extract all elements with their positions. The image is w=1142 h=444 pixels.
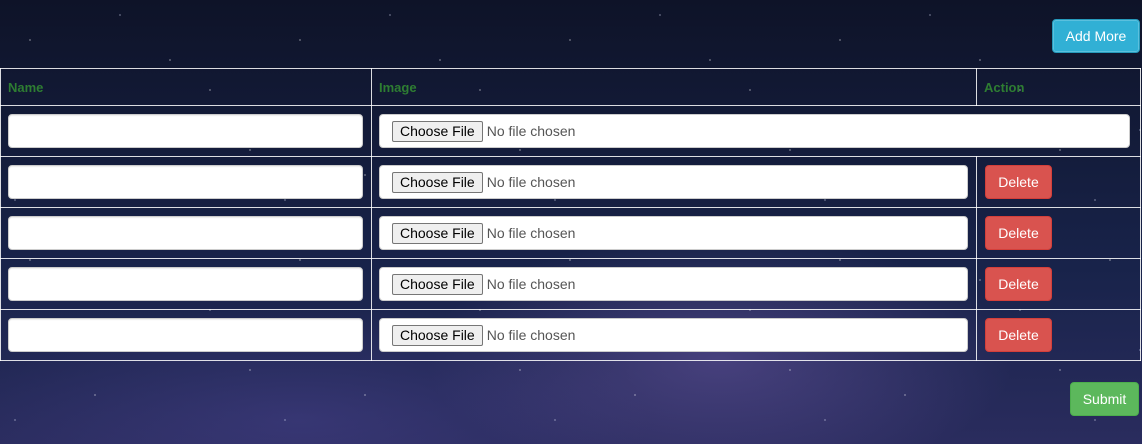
name-input[interactable] — [8, 267, 363, 301]
name-cell — [0, 309, 372, 361]
submit-button[interactable]: Submit — [1070, 382, 1139, 416]
choose-file-button[interactable]: Choose File — [392, 222, 483, 244]
image-file-input[interactable]: Choose File No file chosen — [379, 216, 968, 250]
delete-button[interactable]: Delete — [985, 267, 1052, 301]
action-cell: Delete — [976, 258, 1141, 310]
column-header-image: Image — [371, 68, 977, 106]
table-header-row: Name Image Action — [0, 68, 1141, 106]
name-cell — [0, 105, 372, 157]
file-status-text: No file chosen — [486, 123, 576, 139]
delete-button[interactable]: Delete — [985, 318, 1052, 352]
file-status-text: No file chosen — [486, 174, 576, 190]
image-file-input[interactable]: Choose File No file chosen — [379, 165, 968, 199]
name-cell — [0, 258, 372, 310]
name-cell — [0, 156, 372, 208]
name-input[interactable] — [8, 216, 363, 250]
table-row: Choose File No file chosen Delete — [0, 156, 1141, 208]
table-row: Choose File No file chosen — [0, 105, 1141, 157]
choose-file-button[interactable]: Choose File — [392, 120, 483, 142]
image-upload-table: Name Image Action Choose File No file ch… — [0, 68, 1141, 361]
column-header-action: Action — [976, 68, 1141, 106]
choose-file-button[interactable]: Choose File — [392, 324, 483, 346]
delete-button[interactable]: Delete — [985, 165, 1052, 199]
image-file-input[interactable]: Choose File No file chosen — [379, 267, 968, 301]
table-row: Choose File No file chosen Delete — [0, 258, 1141, 310]
add-more-button[interactable]: Add More — [1052, 19, 1140, 53]
image-cell: Choose File No file chosen — [371, 207, 977, 259]
action-cell: Delete — [976, 207, 1141, 259]
table-row: Choose File No file chosen Delete — [0, 207, 1141, 259]
image-cell: Choose File No file chosen — [371, 105, 1141, 157]
name-input[interactable] — [8, 165, 363, 199]
file-status-text: No file chosen — [486, 276, 576, 292]
image-cell: Choose File No file chosen — [371, 258, 977, 310]
image-cell: Choose File No file chosen — [371, 309, 977, 361]
delete-button[interactable]: Delete — [985, 216, 1052, 250]
file-status-text: No file chosen — [486, 225, 576, 241]
action-cell: Delete — [976, 156, 1141, 208]
table-row: Choose File No file chosen Delete — [0, 309, 1141, 361]
choose-file-button[interactable]: Choose File — [392, 171, 483, 193]
file-status-text: No file chosen — [486, 327, 576, 343]
choose-file-button[interactable]: Choose File — [392, 273, 483, 295]
name-input[interactable] — [8, 114, 363, 148]
name-cell — [0, 207, 372, 259]
column-header-name: Name — [0, 68, 372, 106]
image-file-input[interactable]: Choose File No file chosen — [379, 114, 1130, 148]
image-cell: Choose File No file chosen — [371, 156, 977, 208]
name-input[interactable] — [8, 318, 363, 352]
image-file-input[interactable]: Choose File No file chosen — [379, 318, 968, 352]
action-cell: Delete — [976, 309, 1141, 361]
